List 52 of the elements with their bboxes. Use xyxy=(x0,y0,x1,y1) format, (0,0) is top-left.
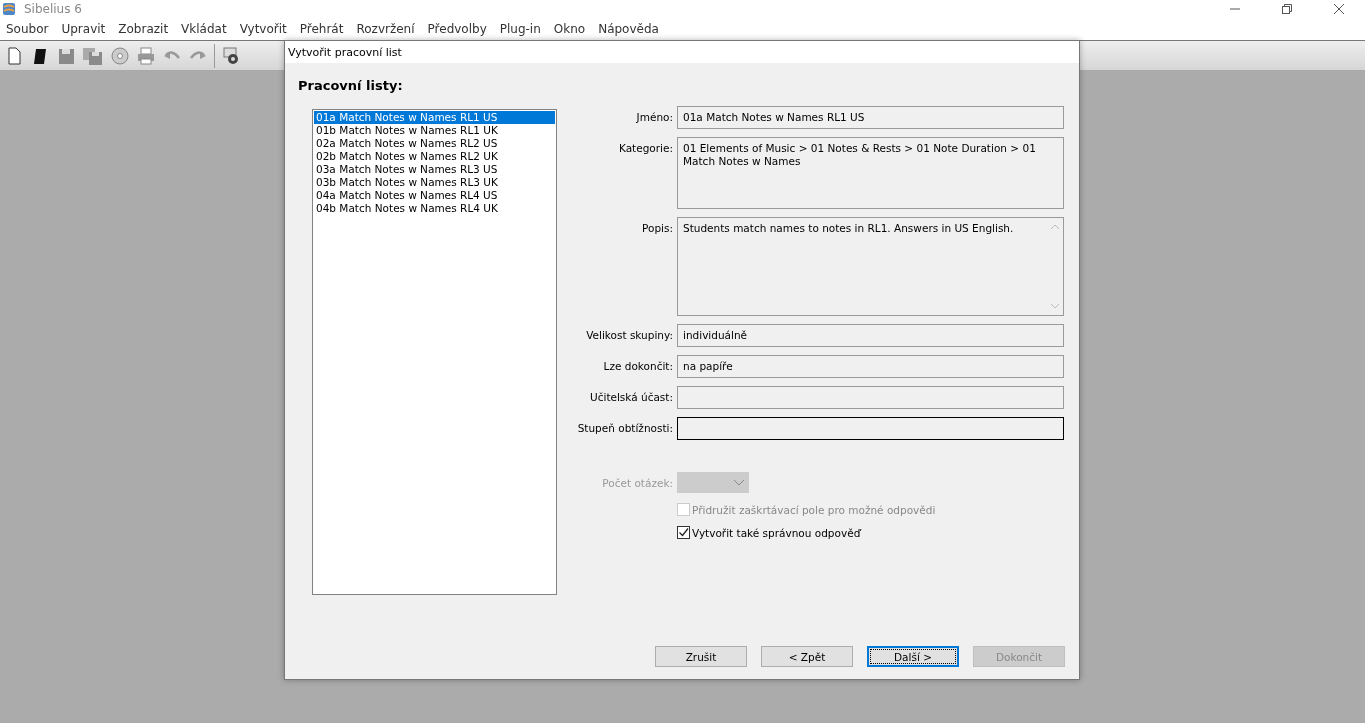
menu-item[interactable]: Vkládat xyxy=(181,22,227,36)
checkbox-label: Přidružit zaškrtávací pole pro možné odpovědi xyxy=(692,503,936,516)
text-field[interactable]: 01 Elements of Music > 01 Notes & Rests > 01 Note Duration > 01 Match Notes w Names xyxy=(677,137,1064,209)
app-logo-icon xyxy=(2,2,16,16)
menu-item[interactable]: Přehrát xyxy=(299,22,344,36)
scroll-down-icon[interactable] xyxy=(1051,304,1059,309)
field-label: Velikost skupiny: xyxy=(585,328,674,341)
worksheet-item[interactable]: 01a Match Notes w Names RL1 US xyxy=(314,111,555,124)
menu-item[interactable]: Nápověda xyxy=(598,22,659,36)
menu-item[interactable]: Okno xyxy=(553,22,586,36)
text-field[interactable]: individuálně xyxy=(677,324,1064,347)
menu-item[interactable]: Plug-in xyxy=(499,22,541,36)
worksheet-item[interactable]: 01b Match Notes w Names RL1 UK xyxy=(314,124,555,137)
floppy-disks-icon[interactable] xyxy=(82,45,104,66)
field-label: Popis: xyxy=(641,221,674,234)
dialog-button[interactable]: < Zpět xyxy=(761,646,853,667)
field-label: Lze dokončit: xyxy=(602,359,674,372)
menu-item[interactable]: Rozvržení xyxy=(356,22,415,36)
menu-item[interactable]: Vytvořit xyxy=(239,22,287,36)
checkbox-label: Vytvořit také správnou odpověď xyxy=(692,526,861,539)
text-field[interactable]: Students match names to notes in RL1. Answers in US English. xyxy=(677,217,1064,316)
text-field[interactable] xyxy=(677,417,1064,440)
worksheet-item[interactable]: 03b Match Notes w Names RL3 UK xyxy=(314,176,555,189)
worksheet-item[interactable]: 04b Match Notes w Names RL4 UK xyxy=(314,202,555,215)
checkbox[interactable] xyxy=(677,526,690,539)
field-label: Počet otázek: xyxy=(601,476,674,489)
scroll-up-icon[interactable] xyxy=(1051,224,1059,229)
print-icon[interactable] xyxy=(136,45,156,66)
text-field[interactable]: 01a Match Notes w Names RL1 US xyxy=(677,106,1064,129)
menu-item[interactable]: Soubor xyxy=(6,22,49,36)
field-label: Jméno: xyxy=(635,110,674,123)
field-label: Učitelská účast: xyxy=(589,390,674,403)
app-title: Sibelius 6 xyxy=(24,2,82,16)
dialog-title: Vytvořit pracovní list xyxy=(285,41,1079,63)
worksheet-item[interactable]: 04a Match Notes w Names RL4 US xyxy=(314,189,555,202)
section-heading: Pracovní listy: xyxy=(298,78,404,93)
dialog-button[interactable]: Další > xyxy=(867,646,959,667)
field-label: Kategorie: xyxy=(617,141,674,154)
menu-item[interactable]: Zobrazit xyxy=(118,22,169,36)
restore-icon[interactable] xyxy=(1282,4,1292,14)
dialog-button[interactable]: Zrušit xyxy=(655,646,747,667)
menu-item[interactable]: Upravit xyxy=(61,22,106,36)
close-icon[interactable] xyxy=(1334,4,1344,14)
field-label: Stupeň obtížnosti: xyxy=(576,421,674,434)
text-field[interactable]: na papíře xyxy=(677,355,1064,378)
worksheet-item[interactable]: 02a Match Notes w Names RL2 US xyxy=(314,137,555,150)
text-field[interactable] xyxy=(677,386,1064,409)
disc-icon[interactable] xyxy=(110,45,130,66)
worksheet-item[interactable]: 02b Match Notes w Names RL2 UK xyxy=(314,150,555,163)
chevron-down-icon xyxy=(734,479,744,486)
menu-item[interactable]: Předvolby xyxy=(427,22,487,36)
worksheet-item[interactable]: 03a Match Notes w Names RL3 US xyxy=(314,163,555,176)
